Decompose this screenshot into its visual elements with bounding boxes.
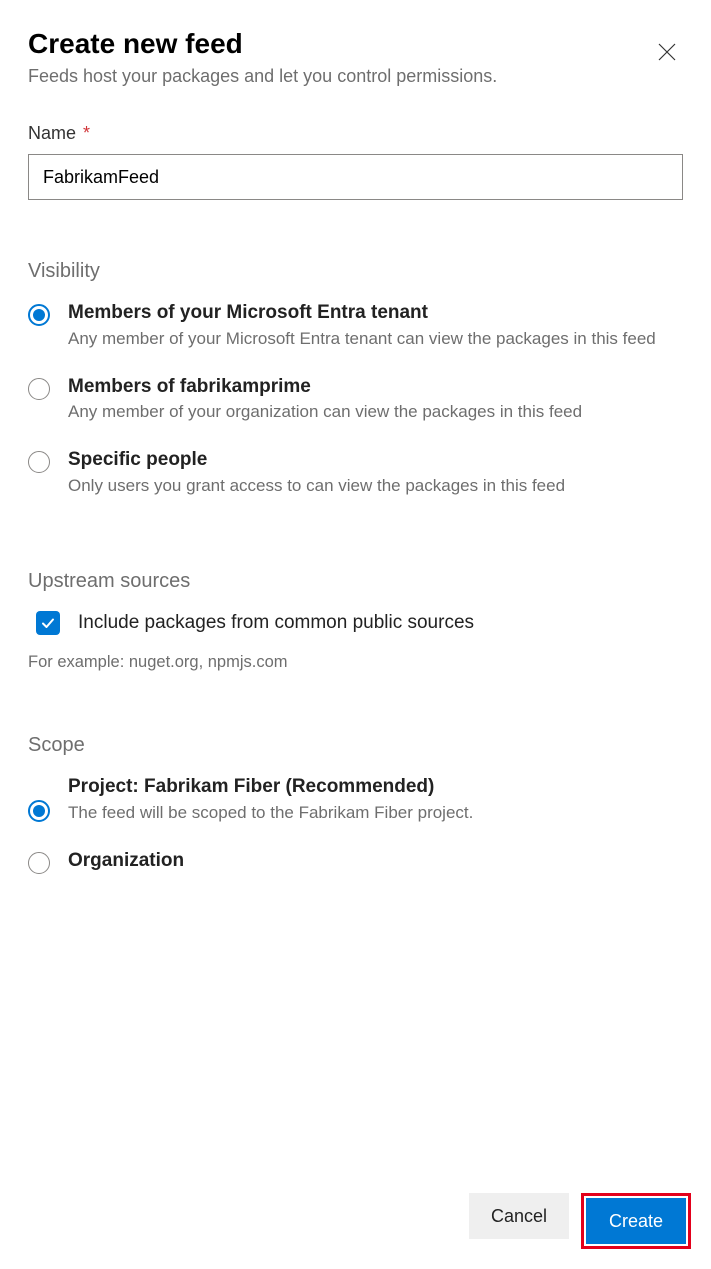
radio-body: Specific people Only users you grant acc… [68,448,683,498]
upstream-hint: For example: nuget.org, npmjs.com [28,653,683,672]
radio-sub: Any member of your Microsoft Entra tenan… [68,328,683,351]
radio-title: Specific people [68,448,683,473]
visibility-option-specific[interactable]: Specific people Only users you grant acc… [28,448,683,498]
required-indicator: * [83,123,90,143]
check-icon [40,615,56,631]
create-button-highlight: Create [581,1193,691,1249]
radio-icon [28,800,50,822]
upstream-header: Upstream sources [28,570,683,593]
radio-body: Members of your Microsoft Entra tenant A… [68,301,683,351]
dialog-footer: Cancel Create [469,1193,691,1249]
radio-icon [28,852,50,874]
radio-sub: Any member of your organization can view… [68,401,683,424]
radio-title: Project: Fabrikam Fiber (Recommended) [68,775,683,800]
scope-header: Scope [28,734,683,757]
name-field-group: Name * [28,123,683,200]
visibility-option-org[interactable]: Members of fabrikamprime Any member of y… [28,375,683,425]
close-icon [658,43,676,61]
radio-icon [28,451,50,473]
visibility-section: Visibility Members of your Microsoft Ent… [28,260,683,498]
scope-section: Scope Project: Fabrikam Fiber (Recommend… [28,734,683,874]
name-label: Name * [28,123,90,144]
radio-body: Organization [68,849,683,874]
cancel-button[interactable]: Cancel [469,1193,569,1239]
radio-body: Members of fabrikamprime Any member of y… [68,375,683,425]
checkbox-icon [36,611,60,635]
create-button[interactable]: Create [586,1198,686,1244]
visibility-header: Visibility [28,260,683,283]
dialog-subtitle: Feeds host your packages and let you con… [28,66,497,87]
radio-title: Organization [68,849,683,874]
radio-title: Members of fabrikamprime [68,375,683,400]
visibility-option-tenant[interactable]: Members of your Microsoft Entra tenant A… [28,301,683,351]
checkbox-label: Include packages from common public sour… [78,612,474,634]
radio-icon [28,304,50,326]
radio-icon [28,378,50,400]
radio-sub: The feed will be scoped to the Fabrikam … [68,802,683,825]
radio-body: Project: Fabrikam Fiber (Recommended) Th… [68,775,683,825]
close-button[interactable] [651,36,683,68]
name-label-text: Name [28,123,76,143]
dialog-title: Create new feed [28,28,497,60]
radio-sub: Only users you grant access to can view … [68,475,683,498]
radio-title: Members of your Microsoft Entra tenant [68,301,683,326]
name-input[interactable] [28,154,683,200]
scope-option-organization[interactable]: Organization [28,849,683,874]
upstream-section: Upstream sources Include packages from c… [28,570,683,672]
scope-option-project[interactable]: Project: Fabrikam Fiber (Recommended) Th… [28,775,683,825]
include-public-sources-checkbox[interactable]: Include packages from common public sour… [28,611,683,635]
